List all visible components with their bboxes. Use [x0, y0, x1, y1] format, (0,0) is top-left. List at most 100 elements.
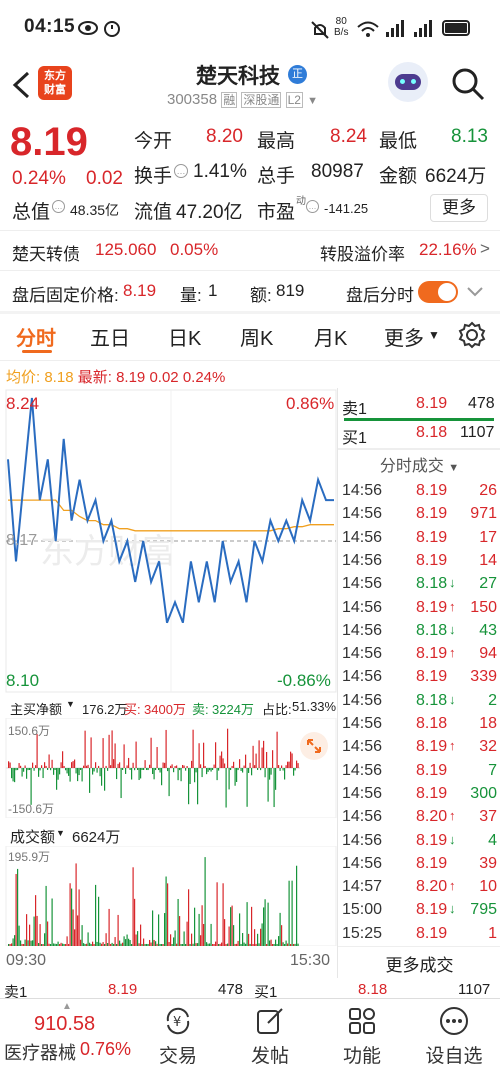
netflow-bar [104, 768, 106, 791]
info-icon[interactable]: … [306, 200, 319, 213]
gear-icon[interactable] [458, 321, 486, 349]
volume-bar [216, 882, 218, 946]
volume-bar [95, 884, 97, 946]
netflow-bar [14, 768, 16, 783]
netflow-bar [282, 768, 284, 771]
netflow-bar [150, 737, 152, 768]
info-icon[interactable]: … [52, 200, 65, 213]
netflow-bar [279, 768, 281, 771]
netflow-bar [155, 768, 157, 771]
tick-title-dropdown[interactable]: 分时成交 ▼ [338, 452, 500, 476]
netflow-bar [99, 768, 101, 777]
info-icon[interactable]: … [174, 164, 188, 178]
orderbook-sell1[interactable]: 卖1 8.19 478 [338, 392, 500, 418]
netflow-bar [162, 762, 164, 768]
more-trades-button[interactable]: 更多成交 [338, 946, 500, 976]
netflow-bar [275, 768, 277, 790]
nav-watchlist[interactable]: 设自选 [414, 999, 494, 1080]
trade-price: 8.19 [416, 738, 448, 756]
tab-month-k[interactable]: 月K [314, 322, 347, 351]
netflow-bar [50, 768, 52, 771]
netflow-bar [209, 768, 211, 771]
search-icon[interactable] [450, 66, 486, 102]
netflow-bar [21, 768, 23, 777]
netflow-bar [258, 740, 260, 768]
netflow-bar [108, 734, 110, 768]
tab-fenshi[interactable]: 分时 [16, 322, 56, 351]
expand-icon[interactable] [300, 732, 328, 760]
netflow-bar [239, 759, 241, 768]
netflow-bar [176, 765, 178, 768]
trade-price: 8.18 [416, 715, 448, 732]
net-speed: 80 B/s [334, 16, 349, 38]
trade-time: 14:56 [342, 808, 383, 826]
volume-bar [192, 943, 194, 946]
nav-functions[interactable]: 功能 [322, 999, 402, 1080]
convertible-bond-row[interactable]: 楚天转债 125.060 0.05% 转股溢价率 22.16% > [0, 231, 500, 269]
netflow-bar [90, 737, 92, 768]
netflow-bar [92, 768, 94, 775]
sector-index-button[interactable]: ▲ 910.58 医疗器械 0.76% [0, 999, 140, 1080]
netflow-bar [75, 768, 77, 774]
robot-avatar-icon[interactable] [388, 62, 428, 102]
tab-week-k[interactable]: 周K [240, 322, 273, 351]
volume-bar [105, 933, 107, 946]
netflow-bar [128, 757, 130, 768]
volume-bar [180, 944, 182, 946]
netflow-header[interactable]: 主买净额 ▼ 176.2万 买: 3400万 卖: 3224万 占比: 51.3… [0, 696, 337, 718]
volume-bar [128, 938, 130, 946]
after-qty-value: 1 [208, 281, 218, 300]
netflow-bar [272, 750, 274, 768]
trade-time: 14:56 [342, 645, 383, 663]
tab-day-k[interactable]: 日K [168, 322, 201, 351]
netflow-bar [278, 765, 280, 768]
nav-trade[interactable]: ¥ 交易 [138, 999, 218, 1080]
bond-price: 125.060 [95, 240, 157, 259]
volume-bar [72, 909, 74, 946]
back-icon[interactable] [10, 70, 32, 100]
volume-bar [84, 943, 86, 946]
nav-post[interactable]: 发帖 [230, 999, 310, 1080]
tab-more[interactable]: 更多 [384, 322, 424, 351]
chevron-down-icon[interactable] [466, 285, 484, 299]
trade-volume: 300 [470, 784, 497, 802]
volume-bar [207, 943, 209, 946]
netflow-bar [11, 768, 13, 779]
netflow-bar [20, 765, 22, 768]
volume-bar [96, 941, 98, 946]
volume-header[interactable]: 成交额 ▼ 6624万 [0, 822, 337, 846]
trade-price: 8.20 [416, 878, 448, 896]
volume-bar [47, 921, 49, 946]
trade-row: 14:56 8.19 26 [338, 480, 500, 503]
trade-time: 15:25 [342, 924, 383, 942]
trade-row: 14:56 8.19 39 [338, 853, 500, 876]
netflow-bar [120, 768, 122, 799]
volume-bar [297, 943, 299, 946]
volume-bar [77, 915, 79, 946]
volume-bar [293, 943, 295, 946]
netflow-bar [221, 751, 223, 768]
netflow-bar [74, 759, 76, 768]
netflow-bar [188, 768, 190, 805]
y-top-price: 8.24 [6, 394, 40, 413]
netflow-bar [38, 768, 40, 777]
mcap-value: 48.35亿 [70, 202, 120, 218]
netflow-bar [152, 768, 154, 775]
volume-bar [261, 923, 263, 946]
volume-bar [143, 938, 145, 946]
mute-icon [311, 21, 329, 39]
more-button[interactable]: 更多 [430, 194, 488, 222]
trade-volume: 43 [479, 621, 497, 639]
volume-bar [230, 907, 232, 946]
volume-bar [152, 910, 154, 946]
trade-arrow: ↑ [449, 645, 456, 661]
after-hours-toggle[interactable] [418, 281, 458, 303]
netflow-bar [63, 765, 65, 768]
trade-volume: 971 [470, 505, 497, 523]
orderbook-buy1[interactable]: 买1 8.18 1107 [338, 421, 500, 447]
intraday-chart[interactable]: 东方财富 8.24 0.86% 8.17 8.10 -0.86% 主买净额 ▼ … [0, 388, 337, 978]
netflow-bar [255, 753, 257, 768]
tab-five-day[interactable]: 五日 [90, 322, 130, 351]
turnover-label: 换手 [134, 166, 173, 187]
index-value: 910.58 [34, 1013, 96, 1035]
